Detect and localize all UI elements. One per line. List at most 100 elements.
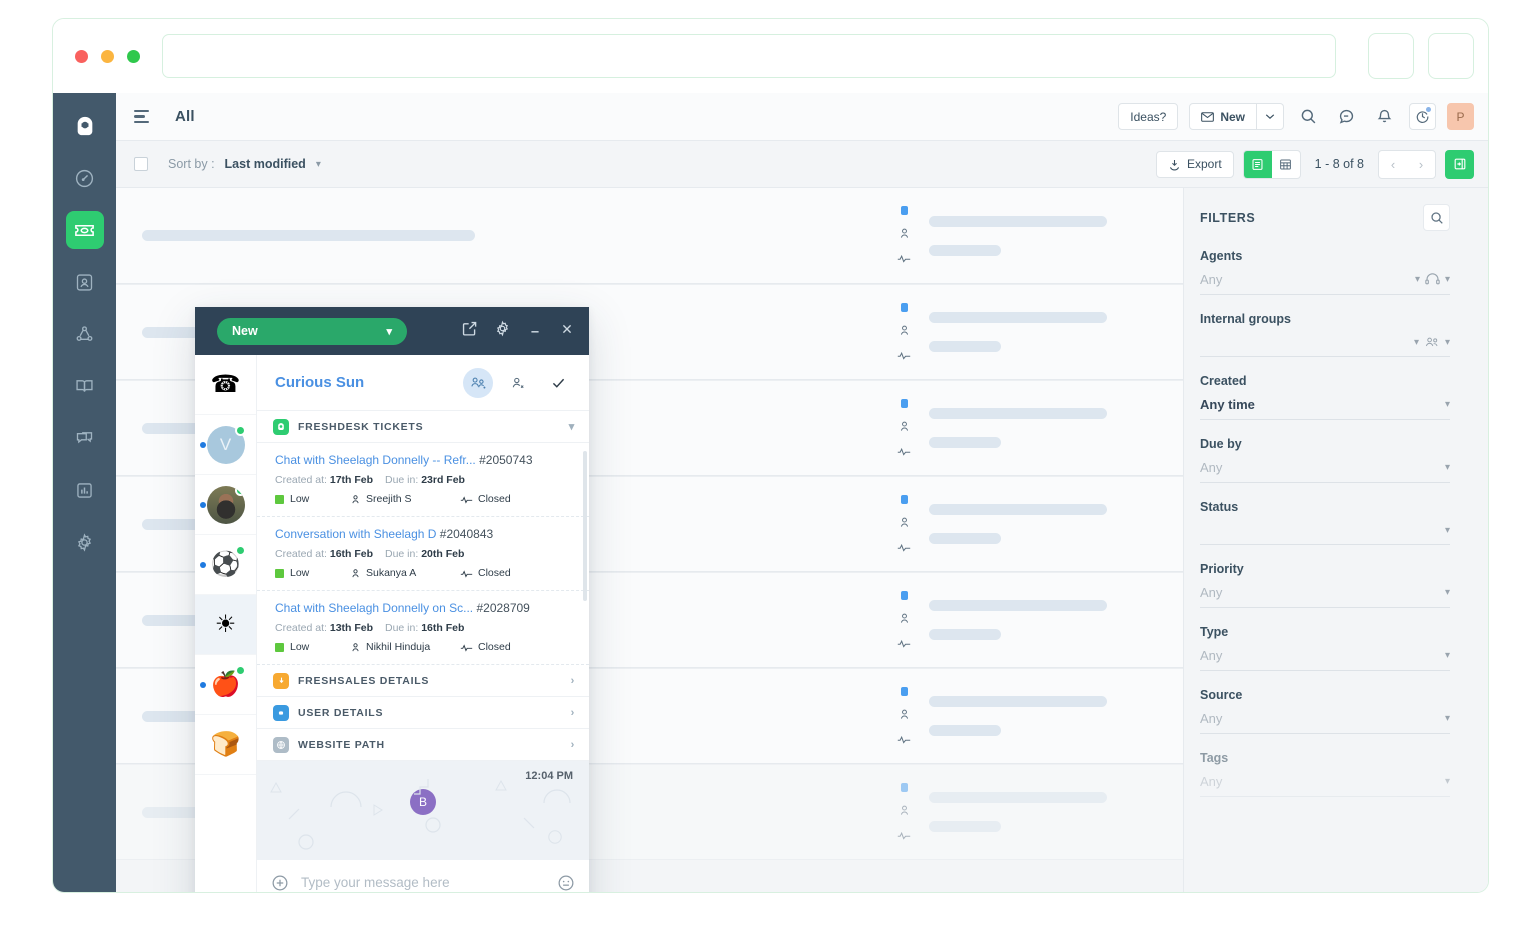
filters-search-button[interactable] [1423,204,1450,231]
ticket-subject[interactable]: Conversation with Sheelagh D [275,527,436,541]
ticket-item[interactable]: Chat with Sheelagh Donnelly -- Refr... #… [257,443,589,517]
section-freshsales-details[interactable]: FRESHSALES DETAILS › [257,665,589,697]
new-ticket-button[interactable]: New [1189,103,1257,130]
minimize-widget-button[interactable] [527,321,543,342]
select-all-checkbox[interactable] [134,157,148,171]
ticket-item[interactable]: Conversation with Sheelagh D #2040843 Cr… [257,517,589,591]
filter-status-select[interactable]: ▾ [1200,523,1450,545]
previous-page-button[interactable]: ‹ [1379,151,1407,178]
ticket-item[interactable]: Chat with Sheelagh Donnelly on Sc... #20… [257,591,589,665]
status-pulse-icon [897,829,911,842]
chevron-down-icon[interactable]: ▾ [569,420,575,433]
browser-action-button-2[interactable] [1428,33,1474,79]
sidebar-item-tickets[interactable] [66,211,104,249]
attach-button[interactable] [271,874,289,892]
list-item[interactable]: ☀ [195,595,256,655]
widget-settings-button[interactable] [494,320,511,342]
chevron-down-icon[interactable]: ▾ [1445,650,1450,661]
row-meta-icons [897,495,911,554]
filter-created-select[interactable]: Any time ▾ [1200,397,1450,420]
sidebar-item-analytics[interactable] [66,471,104,509]
chevron-down-icon[interactable]: ▾ [1445,525,1450,536]
filter-list-toggle-icon[interactable] [134,110,149,123]
toggle-filters-panel-button[interactable] [1445,150,1474,179]
minimize-window-button[interactable] [101,50,114,63]
resolve-conversation-button[interactable] [543,368,573,398]
notifications-button[interactable] [1371,103,1398,130]
close-window-button[interactable] [75,50,88,63]
table-row[interactable] [116,188,1183,284]
card-view-button[interactable] [1244,151,1272,178]
sidebar-item-solutions[interactable] [66,367,104,405]
close-widget-button[interactable] [559,321,575,342]
timer-button[interactable] [1409,103,1436,130]
sidebar-item-dashboard[interactable] [66,159,104,197]
export-button[interactable]: Export [1156,151,1234,178]
sort-chevron-down-icon[interactable]: ▾ [316,159,321,170]
ticket-subject[interactable]: Chat with Sheelagh Donnelly on Sc... [275,601,473,615]
user-avatar[interactable]: P [1447,103,1474,130]
sort-by-value[interactable]: Last modified [225,157,306,171]
filter-trailing-icons: ▾ [1445,587,1450,598]
next-page-button[interactable]: › [1407,151,1435,178]
filter-type-select[interactable]: Any ▾ [1200,648,1450,671]
maximize-window-button[interactable] [127,50,140,63]
search-button[interactable] [1295,103,1322,130]
sidebar-item-admin[interactable] [66,523,104,561]
chevron-down-icon[interactable]: ▾ [1445,776,1450,787]
list-item[interactable]: 🍎 [195,655,256,715]
message-input[interactable]: Type your message here [301,875,545,890]
plus-circle-icon [271,874,289,892]
minimize-icon [527,321,543,337]
chevron-down-icon[interactable]: ▾ [1445,274,1450,285]
section-user-details[interactable]: USER DETAILS › [257,697,589,729]
list-item[interactable]: ☎ [195,355,256,415]
emoji-button[interactable] [557,874,575,892]
chevron-right-icon[interactable]: › [571,739,575,751]
feedback-button[interactable] [1333,103,1360,130]
popout-button[interactable] [461,320,478,342]
conversation-status-dropdown[interactable]: New ▾ [217,318,407,345]
ideas-button[interactable]: Ideas? [1118,103,1178,130]
chevron-right-icon[interactable]: › [571,707,575,719]
list-item[interactable]: ⚽ [195,535,256,595]
avatar: 🍞 [207,726,245,764]
sidebar-item-support[interactable] [66,107,104,145]
status-pulse-icon [897,637,911,650]
sidebar-item-contacts[interactable] [66,263,104,301]
contact-name[interactable]: Curious Sun [275,374,364,391]
filter-agents: Agents Any ▾ ▾ [1200,249,1450,295]
triangle-doodle-icon [269,781,283,795]
chevron-down-icon[interactable]: ▾ [1445,337,1450,348]
chevron-down-icon[interactable]: ▾ [1414,337,1419,348]
chevron-down-icon[interactable]: ▾ [1415,274,1420,285]
tickets-scrollbar[interactable] [583,451,587,601]
circle-doodle-icon [547,829,563,845]
ticket-subject[interactable]: Chat with Sheelagh Donnelly -- Refr... [275,453,476,467]
filter-internal-groups-select[interactable]: ▾ ▾ [1200,335,1450,357]
browser-action-button-1[interactable] [1368,33,1414,79]
list-item[interactable]: V [195,415,256,475]
filter-source-select[interactable]: Any ▾ [1200,711,1450,734]
filter-due-by-select[interactable]: Any ▾ [1200,460,1450,483]
filter-agents-select[interactable]: Any ▾ ▾ [1200,272,1450,295]
filter-tags-select[interactable]: Any ▾ [1200,774,1450,797]
chevron-down-icon[interactable]: ▾ [1445,462,1450,473]
new-ticket-dropdown-button[interactable] [1257,103,1284,130]
chevron-down-icon[interactable]: ▾ [1445,713,1450,724]
list-item[interactable] [195,475,256,535]
chevron-down-icon[interactable]: ▾ [1445,587,1450,598]
assign-group-button[interactable] [463,368,493,398]
assign-agent-button[interactable] [503,368,533,398]
chevron-right-icon[interactable]: › [571,675,575,687]
table-view-button[interactable] [1272,151,1300,178]
list-item[interactable]: 🍞 [195,715,256,775]
section-freshdesk-tickets[interactable]: FRESHDESK TICKETS ▾ [257,411,589,443]
sidebar-item-forums[interactable] [66,419,104,457]
filter-priority-select[interactable]: Any ▾ [1200,585,1450,608]
address-bar-input[interactable] [162,34,1336,78]
avatar: ⚽ [207,546,245,584]
chevron-down-icon[interactable]: ▾ [1445,399,1450,410]
sidebar-item-automations[interactable] [66,315,104,353]
section-website-path[interactable]: WEBSITE PATH › [257,729,589,761]
